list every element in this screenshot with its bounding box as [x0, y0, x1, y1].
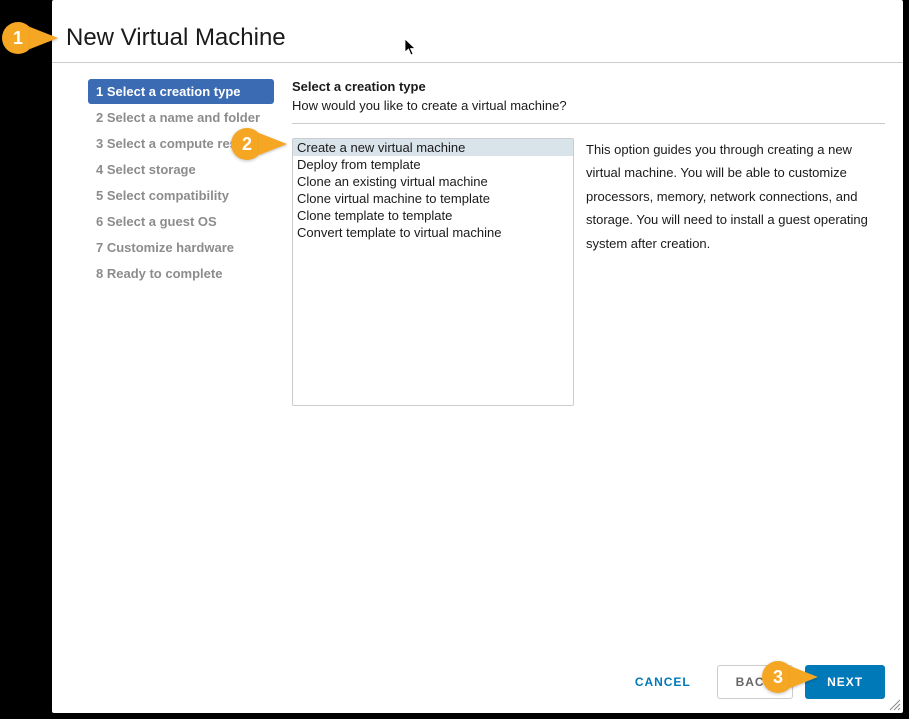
wizard-footer: CANCEL BACK NEXT: [52, 651, 903, 713]
content-subheading: How would you like to create a virtual m…: [292, 98, 885, 124]
option-description: This option guides you through creating …: [586, 138, 885, 406]
option-create-new-vm[interactable]: Create a new virtual machine: [293, 139, 573, 156]
step-4-storage[interactable]: 4 Select storage: [88, 157, 274, 182]
cancel-button[interactable]: CANCEL: [621, 665, 705, 699]
wizard-content: Select a creation type How would you lik…: [274, 79, 903, 406]
wizard-title: New Virtual Machine: [52, 0, 903, 63]
next-button[interactable]: NEXT: [805, 665, 885, 699]
option-clone-existing-vm[interactable]: Clone an existing virtual machine: [293, 173, 573, 190]
creation-type-list[interactable]: Create a new virtual machine Deploy from…: [292, 138, 574, 406]
option-deploy-template[interactable]: Deploy from template: [293, 156, 573, 173]
back-button[interactable]: BACK: [717, 665, 794, 699]
step-3-compute-resource[interactable]: 3 Select a compute resource: [88, 131, 274, 156]
option-convert-template-to-vm[interactable]: Convert template to virtual machine: [293, 224, 573, 241]
option-clone-vm-to-template[interactable]: Clone virtual machine to template: [293, 190, 573, 207]
step-1-creation-type[interactable]: 1 Select a creation type: [88, 79, 274, 104]
wizard-body: 1 Select a creation type 2 Select a name…: [52, 63, 903, 406]
content-heading: Select a creation type: [292, 79, 885, 94]
option-clone-template-to-template[interactable]: Clone template to template: [293, 207, 573, 224]
callout-1: 1: [2, 22, 58, 54]
callout-badge: 1: [2, 22, 34, 54]
step-2-name-folder[interactable]: 2 Select a name and folder: [88, 105, 274, 130]
step-8-ready-complete[interactable]: 8 Ready to complete: [88, 261, 274, 286]
step-6-guest-os[interactable]: 6 Select a guest OS: [88, 209, 274, 234]
wizard-dialog: New Virtual Machine 1 Select a creation …: [52, 0, 903, 713]
step-5-compatibility[interactable]: 5 Select compatibility: [88, 183, 274, 208]
wizard-steps: 1 Select a creation type 2 Select a name…: [52, 79, 274, 406]
content-columns: Create a new virtual machine Deploy from…: [292, 138, 885, 406]
step-7-customize-hardware[interactable]: 7 Customize hardware: [88, 235, 274, 260]
